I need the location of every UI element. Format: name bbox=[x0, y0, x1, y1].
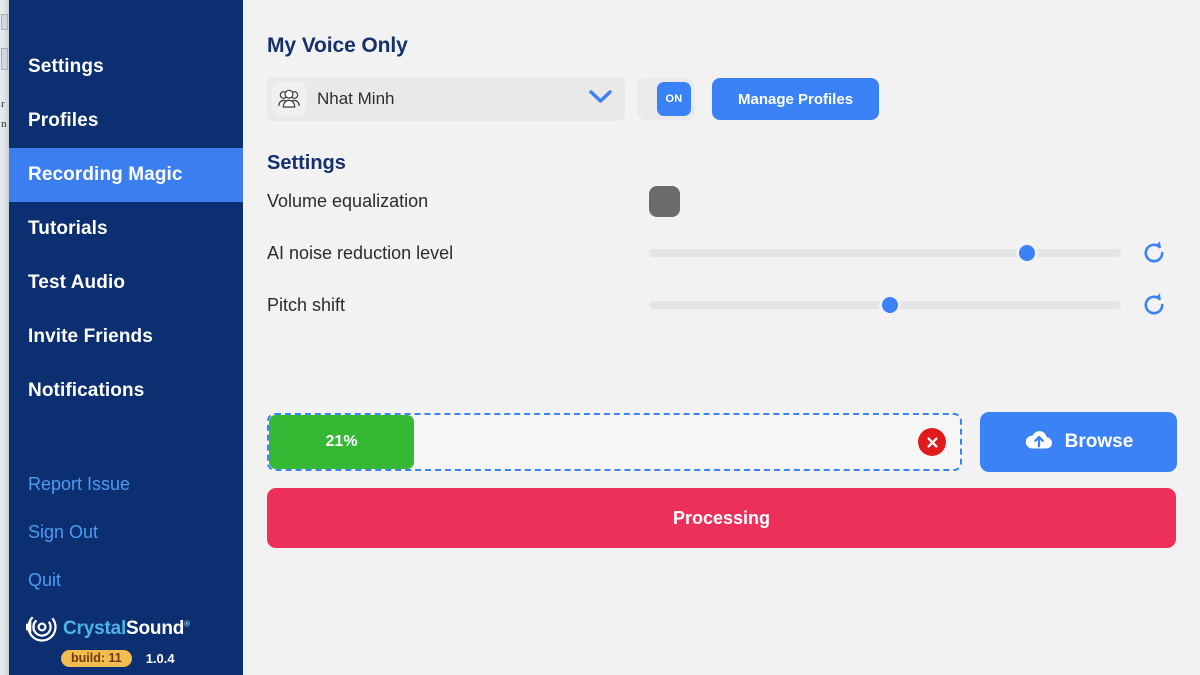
background-glyph: n bbox=[1, 118, 7, 130]
sidebar: Settings Profiles Recording Magic Tutori… bbox=[9, 0, 243, 675]
voice-toggle-knob: ON bbox=[657, 82, 691, 116]
page-title: My Voice Only bbox=[267, 34, 408, 57]
brand-row: CrystalSound® bbox=[23, 610, 229, 649]
sidebar-link-quit[interactable]: Quit bbox=[9, 556, 243, 604]
setting-label: Volume equalization bbox=[267, 190, 429, 211]
upload-progress-bar: 21% bbox=[269, 415, 415, 469]
file-dropzone[interactable]: 21% bbox=[267, 413, 962, 471]
sidebar-item-label: Recording Magic bbox=[28, 164, 183, 185]
setting-label: AI noise reduction level bbox=[267, 242, 454, 263]
app-window: r n Settings Profiles Recording Magic Tu… bbox=[0, 0, 1200, 675]
browse-button[interactable]: Browse bbox=[980, 412, 1177, 472]
profile-select-value: Nhat Minh bbox=[317, 89, 395, 108]
setting-control-area bbox=[649, 185, 1176, 217]
crystalsound-logo-icon bbox=[23, 610, 57, 649]
sidebar-link-label: Quit bbox=[28, 569, 62, 590]
pitch-shift-slider[interactable] bbox=[649, 294, 1121, 316]
slider-track bbox=[649, 249, 1121, 257]
settings-section-title: Settings bbox=[267, 152, 346, 174]
sidebar-item-settings[interactable]: Settings bbox=[9, 40, 243, 94]
brand-footer: CrystalSound® build: 11 1.0.4 bbox=[23, 610, 229, 667]
background-glyph: r bbox=[1, 98, 5, 110]
ai-noise-reduction-reset-icon[interactable] bbox=[1141, 240, 1167, 266]
upload-progress-label: 21% bbox=[325, 433, 358, 450]
sidebar-item-label: Settings bbox=[28, 56, 104, 77]
sidebar-item-test-audio[interactable]: Test Audio bbox=[9, 256, 243, 310]
brand-name-part1: Crystal bbox=[63, 618, 127, 639]
brand-name: CrystalSound® bbox=[63, 618, 190, 640]
sidebar-link-sign-out[interactable]: Sign Out bbox=[9, 508, 243, 556]
sidebar-item-notifications[interactable]: Notifications bbox=[9, 364, 243, 418]
sidebar-item-label: Tutorials bbox=[28, 218, 108, 239]
setting-row-pitch-shift: Pitch shift bbox=[267, 279, 1176, 331]
voice-toggle[interactable]: ON bbox=[637, 78, 695, 120]
sidebar-link-label: Report Issue bbox=[28, 473, 131, 494]
people-group-icon bbox=[272, 82, 306, 116]
profile-row: Nhat Minh ON Manage Profiles bbox=[267, 77, 1176, 121]
background-window-sliver: r n bbox=[0, 0, 9, 675]
sidebar-divider-space bbox=[9, 418, 243, 460]
sidebar-item-label: Notifications bbox=[28, 380, 145, 401]
ai-noise-reduction-slider[interactable] bbox=[649, 242, 1121, 264]
pitch-shift-reset-icon[interactable] bbox=[1141, 292, 1167, 318]
sidebar-item-label: Test Audio bbox=[28, 272, 126, 293]
background-fragment bbox=[1, 14, 8, 30]
version-label: 1.0.4 bbox=[145, 650, 175, 666]
profile-select[interactable]: Nhat Minh bbox=[267, 77, 625, 121]
sidebar-item-label: Invite Friends bbox=[28, 326, 153, 347]
cancel-upload-button[interactable] bbox=[918, 428, 946, 456]
sidebar-item-tutorials[interactable]: Tutorials bbox=[9, 202, 243, 256]
slider-thumb[interactable] bbox=[878, 294, 901, 316]
sidebar-item-invite-friends[interactable]: Invite Friends bbox=[9, 310, 243, 364]
setting-row-ai-noise-reduction: AI noise reduction level bbox=[267, 227, 1176, 279]
sidebar-item-recording-magic[interactable]: Recording Magic bbox=[9, 148, 243, 202]
sidebar-item-label: Profiles bbox=[28, 110, 99, 131]
sidebar-nav: Settings Profiles Recording Magic Tutori… bbox=[9, 0, 243, 418]
setting-row-volume-equalization: Volume equalization bbox=[267, 175, 1176, 227]
brand-meta: build: 11 1.0.4 bbox=[23, 649, 229, 667]
registered-mark-icon: ® bbox=[184, 619, 190, 629]
manage-profiles-button[interactable]: Manage Profiles bbox=[712, 78, 880, 120]
sidebar-link-label: Sign Out bbox=[28, 521, 99, 542]
background-fragment bbox=[1, 48, 8, 70]
setting-control-area bbox=[649, 292, 1176, 318]
setting-control-area bbox=[649, 240, 1176, 266]
build-badge: build: 11 bbox=[61, 649, 132, 667]
main-content: My Voice Only Nhat Minh ON Manage Profil… bbox=[243, 0, 1200, 675]
cloud-upload-icon bbox=[1024, 428, 1054, 457]
sidebar-item-profiles[interactable]: Profiles bbox=[9, 94, 243, 148]
brand-name-part2: Sound bbox=[126, 618, 185, 639]
chevron-down-icon[interactable] bbox=[588, 89, 613, 109]
processing-button[interactable]: Processing bbox=[267, 488, 1176, 548]
slider-thumb[interactable] bbox=[1015, 242, 1038, 264]
setting-label: Pitch shift bbox=[267, 294, 346, 315]
upload-row: 21% Browse bbox=[267, 412, 1177, 472]
volume-equalization-toggle[interactable] bbox=[649, 185, 680, 217]
browse-button-label: Browse bbox=[1064, 431, 1134, 452]
sidebar-link-report-issue[interactable]: Report Issue bbox=[9, 460, 243, 508]
